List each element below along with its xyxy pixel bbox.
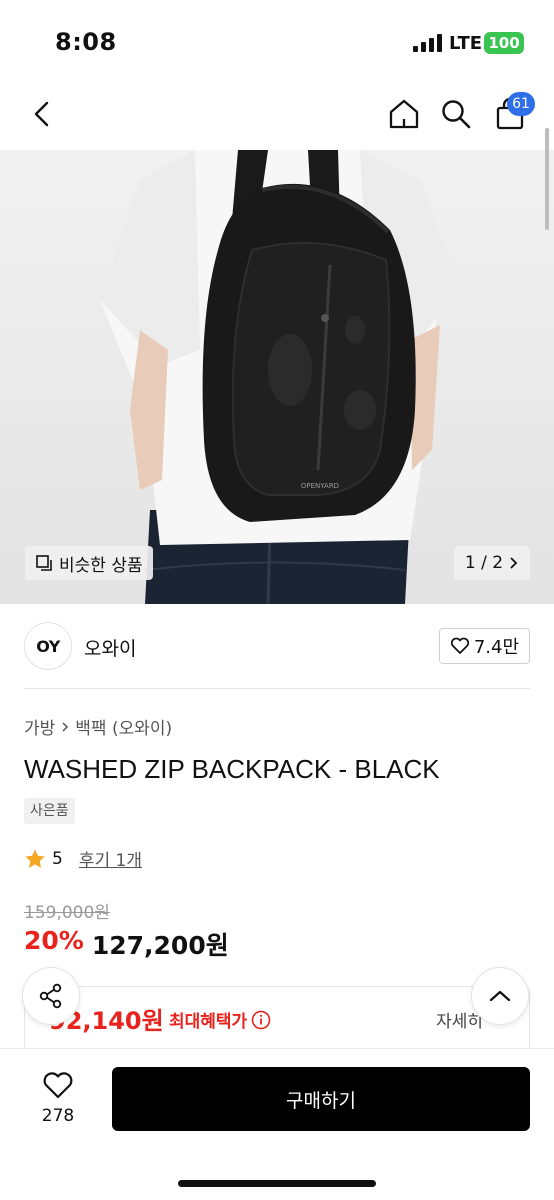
review-link[interactable]: 후기 1개 — [79, 846, 142, 871]
pager-label: 1 / 2 — [464, 553, 504, 573]
wish-button[interactable]: 278 — [28, 1070, 88, 1126]
search-icon — [442, 100, 471, 129]
brand-like-count: 7.4만 — [473, 637, 519, 658]
share-icon — [39, 983, 62, 1009]
product-image[interactable]: OPENYARD — [0, 150, 554, 604]
scrollbar[interactable] — [545, 128, 549, 230]
heart-icon — [43, 1072, 73, 1099]
bag-brand-text: OPENYARD — [301, 482, 339, 490]
image-pager[interactable]: 1 / 2 — [454, 546, 530, 580]
signal-icon — [413, 34, 443, 52]
battery-icon: 100 — [484, 32, 524, 54]
rating-value: 5 — [52, 848, 63, 869]
brand-name[interactable]: 오와이 — [84, 634, 136, 661]
back-icon — [34, 101, 49, 127]
brand-like-button[interactable]: 7.4만 — [438, 628, 530, 664]
home-icon — [389, 99, 419, 129]
discount-rate: 20% — [24, 926, 84, 955]
product-title: WASHED ZIP BACKPACK - BLACK — [24, 754, 440, 784]
breadcrumb: 가방 백팩 (오와이) — [24, 714, 172, 739]
breadcrumb-category[interactable]: 가방 — [24, 714, 55, 739]
max-benefit-label: 최대혜택가 — [169, 1012, 248, 1032]
back-button[interactable] — [22, 94, 62, 134]
max-benefit-label-wrap: 최대혜택가 — [169, 1007, 271, 1032]
chevron-up-icon — [489, 990, 511, 1002]
scroll-top-button[interactable] — [471, 967, 529, 1025]
max-benefit-box[interactable]: 92,140원 최대혜택가 자세히 — [24, 986, 530, 1056]
chevron-right-icon — [62, 721, 69, 732]
similar-products-button[interactable]: 비슷한 상품 — [25, 546, 153, 580]
rating-row: 5 후기 1개 — [24, 846, 142, 871]
breadcrumb-subcategory[interactable]: 백팩 (오와이) — [75, 714, 172, 739]
heart-icon — [450, 637, 469, 654]
cart-count-badge: 61 — [507, 92, 535, 116]
divider — [24, 688, 530, 689]
home-indicator — [178, 1180, 376, 1187]
star-icon — [25, 849, 45, 868]
brand-row: OY 오와이 7.4만 — [24, 622, 530, 670]
original-price: 159,000원 — [24, 903, 110, 923]
similar-products-label: 비슷한 상품 — [59, 555, 143, 576]
home-button[interactable] — [384, 94, 424, 134]
status-bar: 8:08 LTE 100 — [0, 0, 554, 86]
status-time: 8:08 — [55, 28, 117, 56]
price-row: 20% 127,200원 — [24, 926, 229, 962]
product-photo: OPENYARD — [0, 150, 554, 604]
sale-price: 127,200원 — [91, 931, 229, 960]
gift-badge: 사은품 — [24, 798, 75, 824]
brand-logo[interactable]: OY — [24, 622, 72, 670]
chevron-right-icon — [510, 557, 518, 569]
search-button[interactable] — [436, 94, 476, 134]
info-icon[interactable] — [251, 1010, 271, 1030]
top-nav — [0, 86, 554, 150]
copy-icon — [36, 555, 52, 571]
network-label: LTE — [449, 33, 483, 54]
share-button[interactable] — [22, 967, 80, 1025]
wish-count: 278 — [41, 1106, 75, 1126]
buy-button[interactable]: 구매하기 — [112, 1067, 530, 1131]
